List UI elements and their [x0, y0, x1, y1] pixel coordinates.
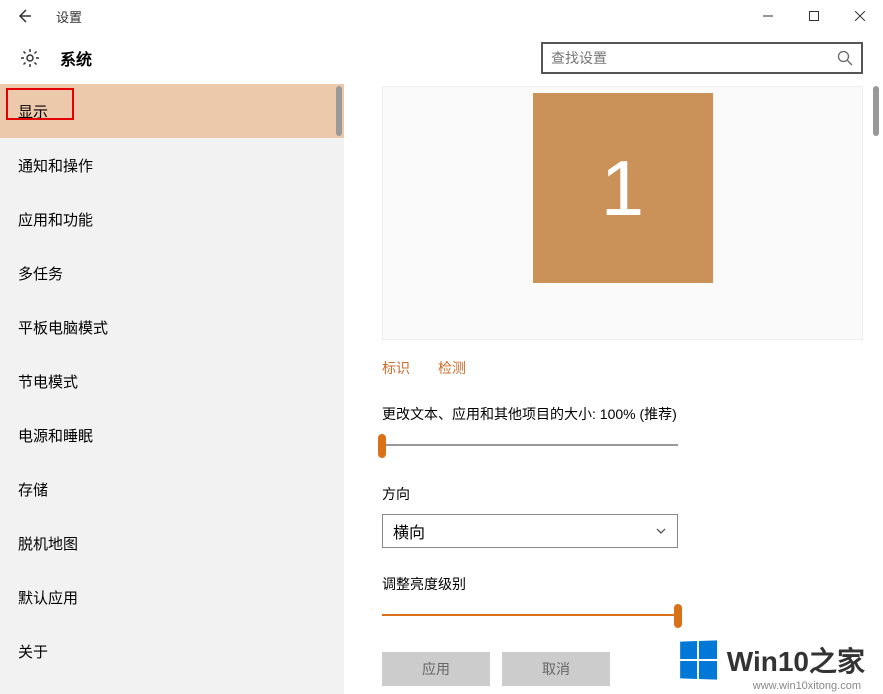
sidebar-item-label: 脱机地图 [18, 533, 78, 554]
scale-section: 更改文本、应用和其他项目的大小: 100% (推荐) [382, 404, 883, 458]
maximize-icon [809, 11, 819, 21]
gear-icon [20, 48, 40, 68]
sidebar-item-label: 显示 [18, 101, 48, 122]
header: 系统 [0, 32, 883, 84]
orientation-value: 横向 [393, 519, 425, 543]
watermark: Win10之家 [679, 640, 865, 680]
monitor-preview-area: 1 [382, 86, 863, 340]
sidebar-item-battery[interactable]: 节电模式 [0, 354, 344, 408]
sidebar-item-power[interactable]: 电源和睡眠 [0, 408, 344, 462]
scale-label: 更改文本、应用和其他项目的大小: 100% (推荐) [382, 404, 823, 424]
sidebar-item-label: 关于 [18, 641, 48, 662]
brightness-section: 调整亮度级别 [382, 574, 883, 628]
chevron-down-icon [655, 525, 667, 537]
slider-track [382, 444, 678, 446]
slider-thumb[interactable] [378, 434, 386, 458]
minimize-icon [763, 11, 773, 21]
windows-logo-icon [680, 640, 717, 679]
sidebar-item-label: 应用和功能 [18, 209, 93, 230]
content: 显示 通知和操作 应用和功能 多任务 平板电脑模式 节电模式 电源和睡眠 存储 … [0, 84, 883, 694]
slider-fill [382, 614, 678, 616]
sidebar-item-maps[interactable]: 脱机地图 [0, 516, 344, 570]
sidebar-item-tablet[interactable]: 平板电脑模式 [0, 300, 344, 354]
minimize-button[interactable] [745, 0, 791, 32]
sidebar-item-label: 节电模式 [18, 371, 78, 392]
sidebar-item-label: 多任务 [18, 263, 63, 284]
identify-detect-row: 标识 检测 [382, 358, 883, 378]
main-panel: 1 标识 检测 更改文本、应用和其他项目的大小: 100% (推荐) 方向 横向 [344, 84, 883, 694]
sidebar-item-label: 平板电脑模式 [18, 317, 108, 338]
brightness-label: 调整亮度级别 [382, 574, 823, 594]
search-box[interactable] [541, 42, 863, 74]
sidebar-item-label: 默认应用 [18, 587, 78, 608]
slider-thumb[interactable] [674, 604, 682, 628]
watermark-url: www.win10xitong.com [753, 680, 861, 692]
identify-link[interactable]: 标识 [382, 358, 410, 378]
scale-slider[interactable] [382, 434, 678, 458]
sidebar-item-label: 通知和操作 [18, 155, 93, 176]
sidebar: 显示 通知和操作 应用和功能 多任务 平板电脑模式 节电模式 电源和睡眠 存储 … [0, 84, 344, 694]
sidebar-item-label: 电源和睡眠 [18, 425, 93, 446]
page-title: 系统 [60, 46, 92, 70]
detect-link[interactable]: 检测 [438, 358, 466, 378]
brightness-slider[interactable] [382, 604, 678, 628]
main-scrollbar[interactable] [873, 86, 879, 136]
sidebar-item-default-apps[interactable]: 默认应用 [0, 570, 344, 624]
sidebar-item-multitask[interactable]: 多任务 [0, 246, 344, 300]
sidebar-item-notifications[interactable]: 通知和操作 [0, 138, 344, 192]
watermark-text: Win10之家 [727, 640, 865, 680]
maximize-button[interactable] [791, 0, 837, 32]
orientation-select[interactable]: 横向 [382, 514, 678, 548]
apply-button[interactable]: 应用 [382, 652, 490, 686]
sidebar-item-about[interactable]: 关于 [0, 624, 344, 678]
orientation-section: 方向 横向 [382, 484, 883, 548]
title-bar: 设置 [0, 0, 883, 32]
back-button[interactable] [12, 4, 36, 28]
search-input[interactable] [551, 50, 837, 66]
window-title: 设置 [56, 7, 82, 26]
window-controls [745, 0, 883, 32]
monitor-tile[interactable]: 1 [533, 93, 713, 283]
close-button[interactable] [837, 0, 883, 32]
arrow-left-icon [15, 7, 33, 25]
sidebar-item-display[interactable]: 显示 [0, 84, 344, 138]
search-icon [837, 50, 853, 66]
sidebar-item-label: 存储 [18, 479, 48, 500]
sidebar-scrollbar[interactable] [336, 86, 342, 136]
sidebar-item-storage[interactable]: 存储 [0, 462, 344, 516]
close-icon [855, 11, 865, 21]
sidebar-item-apps[interactable]: 应用和功能 [0, 192, 344, 246]
cancel-button[interactable]: 取消 [502, 652, 610, 686]
monitor-number: 1 [601, 143, 644, 234]
orientation-label: 方向 [382, 484, 823, 504]
